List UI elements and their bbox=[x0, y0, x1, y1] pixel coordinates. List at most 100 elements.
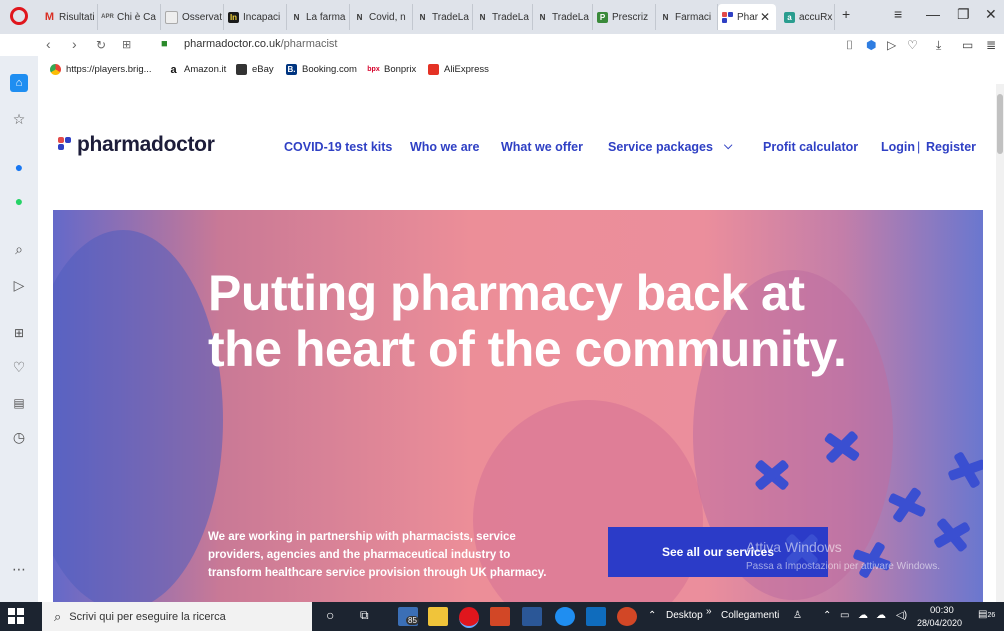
close-tab-icon[interactable]: ✕ bbox=[760, 10, 770, 24]
tab-farmaci[interactable]: N Farmaci bbox=[656, 4, 718, 30]
onedrive-icon[interactable]: ☁ bbox=[858, 610, 868, 621]
heart-icon[interactable]: ♡ bbox=[907, 38, 918, 52]
speed-dial-icon[interactable]: ⊞ bbox=[122, 38, 131, 51]
nav-profit-calculator[interactable]: Profit calculator bbox=[763, 140, 858, 154]
bookmark-bonprix[interactable]: bpx Bonprix bbox=[367, 64, 416, 75]
tab-gmail[interactable]: M Risultati bbox=[40, 4, 98, 30]
indeed-icon: In bbox=[228, 11, 239, 23]
new-tab-icon[interactable]: + bbox=[842, 6, 850, 22]
browser-sidebar: ⌂ ☆ ● ● ⌕ ▷ ⊞ ♡ ▤ ◷ ⋯ bbox=[0, 56, 38, 602]
tab-osservat[interactable]: Osservat bbox=[161, 4, 224, 30]
chevron-down-icon[interactable]: ⌵ bbox=[724, 140, 732, 153]
edge-icon[interactable] bbox=[555, 607, 575, 626]
nav-what-we-offer[interactable]: What we offer bbox=[501, 140, 583, 154]
close-window-icon[interactable]: ✕ bbox=[985, 6, 997, 23]
bonprix-icon: bpx bbox=[367, 66, 380, 73]
notifications-icon[interactable]: ▤26 bbox=[978, 609, 995, 620]
ebay-icon bbox=[236, 64, 247, 75]
accurx-icon: a bbox=[784, 11, 795, 23]
bookmark-booking[interactable]: B. Booking.com bbox=[286, 64, 357, 75]
minimize-icon[interactable]: — bbox=[926, 6, 940, 22]
opera-menu-icon[interactable] bbox=[10, 7, 28, 25]
star-icon[interactable]: ☆ bbox=[10, 110, 28, 128]
clock-time[interactable]: 00:30 bbox=[930, 605, 954, 616]
messenger-icon[interactable]: ● bbox=[10, 158, 28, 176]
outlook-icon[interactable] bbox=[586, 607, 606, 626]
tab-incapaci[interactable]: In Incapaci bbox=[224, 4, 287, 30]
task-view-icon[interactable]: ⧉ bbox=[360, 608, 369, 623]
bookmarks-bar: https://players.brig... a Amazon.it eBay… bbox=[0, 56, 1004, 85]
heart-icon[interactable]: ♡ bbox=[10, 358, 28, 376]
vpn-shield-icon[interactable]: ⬢ bbox=[866, 38, 876, 52]
tab-menu-icon[interactable]: ≡ bbox=[894, 6, 902, 22]
battery-tray-icon[interactable]: ▭ bbox=[840, 610, 849, 621]
volume-icon[interactable]: ◁) bbox=[896, 610, 907, 621]
easy-setup-icon[interactable]: ≣ bbox=[986, 38, 996, 52]
links-toolbar[interactable]: Collegamenti bbox=[721, 610, 779, 621]
forward-icon[interactable]: › bbox=[72, 36, 77, 52]
address-bar: ‹ › ↻ ⊞ ■ pharmadoctor.co.uk/pharmacist … bbox=[0, 34, 1004, 56]
tab-la-farma[interactable]: N La farma bbox=[287, 4, 350, 30]
opera-taskbar-icon[interactable] bbox=[459, 607, 479, 628]
people-icon[interactable]: ♙ bbox=[793, 610, 802, 621]
page-scrollbar[interactable] bbox=[996, 84, 1004, 602]
bookmark-players[interactable]: https://players.brig... bbox=[50, 64, 152, 75]
back-icon[interactable]: ‹ bbox=[46, 36, 51, 52]
site-logo[interactable]: pharmadoctor bbox=[58, 133, 215, 157]
weather-app-icon[interactable]: 85 bbox=[398, 607, 419, 626]
hero-photo-person-left bbox=[53, 230, 223, 602]
windows-start-icon[interactable] bbox=[8, 608, 24, 624]
whatsapp-icon[interactable]: ● bbox=[10, 192, 28, 210]
nav-service-packages[interactable]: Service packages bbox=[608, 140, 713, 154]
tab-tradela-1[interactable]: N TradeLa bbox=[413, 4, 473, 30]
search-icon[interactable]: ⌕ bbox=[10, 240, 28, 258]
cloud-icon[interactable]: ☁ bbox=[876, 610, 886, 621]
amazon-icon: a bbox=[170, 63, 177, 76]
tray-overflow-icon[interactable]: ⌃ bbox=[823, 610, 831, 621]
tab-chi[interactable]: APR Chi è Ca bbox=[98, 4, 161, 30]
nav-login[interactable]: Login bbox=[881, 140, 915, 154]
n-icon: N bbox=[662, 12, 669, 22]
url-field[interactable]: pharmadoctor.co.uk/pharmacist bbox=[184, 38, 337, 50]
desktop-toolbar[interactable]: Desktop bbox=[666, 610, 703, 621]
bookmark-amazon[interactable]: a Amazon.it bbox=[168, 63, 226, 76]
office-app-icon[interactable] bbox=[490, 607, 510, 626]
cortana-icon[interactable]: ○ bbox=[326, 607, 334, 623]
tab-tradela-3[interactable]: N TradeLa bbox=[533, 4, 593, 30]
n-icon: N bbox=[356, 12, 363, 22]
snapshot-icon[interactable]: ⌷ bbox=[846, 38, 853, 53]
n-icon: N bbox=[419, 12, 426, 22]
clock-date[interactable]: 28/04/2020 bbox=[917, 618, 962, 628]
tab-tradela-2[interactable]: N TradeLa bbox=[473, 4, 533, 30]
speed-dial-icon[interactable]: ⊞ bbox=[10, 324, 28, 342]
bookmark-ebay[interactable]: eBay bbox=[236, 64, 274, 75]
history-icon[interactable]: ◷ bbox=[10, 428, 28, 446]
battery-icon[interactable]: ▭ bbox=[962, 38, 973, 52]
logo-mark-icon bbox=[58, 137, 74, 153]
tab-pharmadoctor-active[interactable]: Phar ✕ bbox=[718, 4, 776, 30]
more-icon[interactable]: ⋯ bbox=[10, 560, 28, 578]
powerpoint-icon[interactable] bbox=[617, 607, 637, 626]
search-icon: ⌕ bbox=[54, 608, 62, 624]
tab-accurx[interactable]: a accuRx bbox=[780, 4, 835, 30]
bookmark-aliexpress[interactable]: AliExpress bbox=[428, 64, 489, 75]
send-icon[interactable]: ▷ bbox=[887, 38, 896, 52]
tab-prescriz[interactable]: P Prescriz bbox=[593, 4, 656, 30]
news-icon[interactable]: ▤ bbox=[10, 394, 28, 412]
scrollbar-thumb[interactable] bbox=[997, 94, 1003, 154]
home-icon[interactable]: ⌂ bbox=[10, 74, 28, 92]
scroll-chevron-icon[interactable]: ⌃ bbox=[648, 610, 656, 621]
booking-icon: B. bbox=[286, 64, 297, 75]
restore-icon[interactable]: ❐ bbox=[957, 6, 970, 23]
toolbar-chevron-icon[interactable]: » bbox=[706, 606, 712, 617]
reload-icon[interactable]: ↻ bbox=[96, 38, 106, 52]
download-icon[interactable]: ⤓ bbox=[936, 38, 941, 53]
store-icon[interactable] bbox=[522, 607, 542, 626]
file-explorer-icon[interactable] bbox=[428, 607, 448, 626]
tab-covid[interactable]: N Covid, n bbox=[350, 4, 413, 30]
send-icon[interactable]: ▷ bbox=[10, 276, 28, 294]
nav-who-we-are[interactable]: Who we are bbox=[410, 140, 479, 154]
nav-covid-test-kits[interactable]: COVID-19 test kits bbox=[284, 140, 392, 154]
nav-register[interactable]: Register bbox=[926, 140, 976, 154]
taskbar-search-box[interactable]: ⌕ Scrivi qui per eseguire la ricerca bbox=[42, 602, 312, 631]
